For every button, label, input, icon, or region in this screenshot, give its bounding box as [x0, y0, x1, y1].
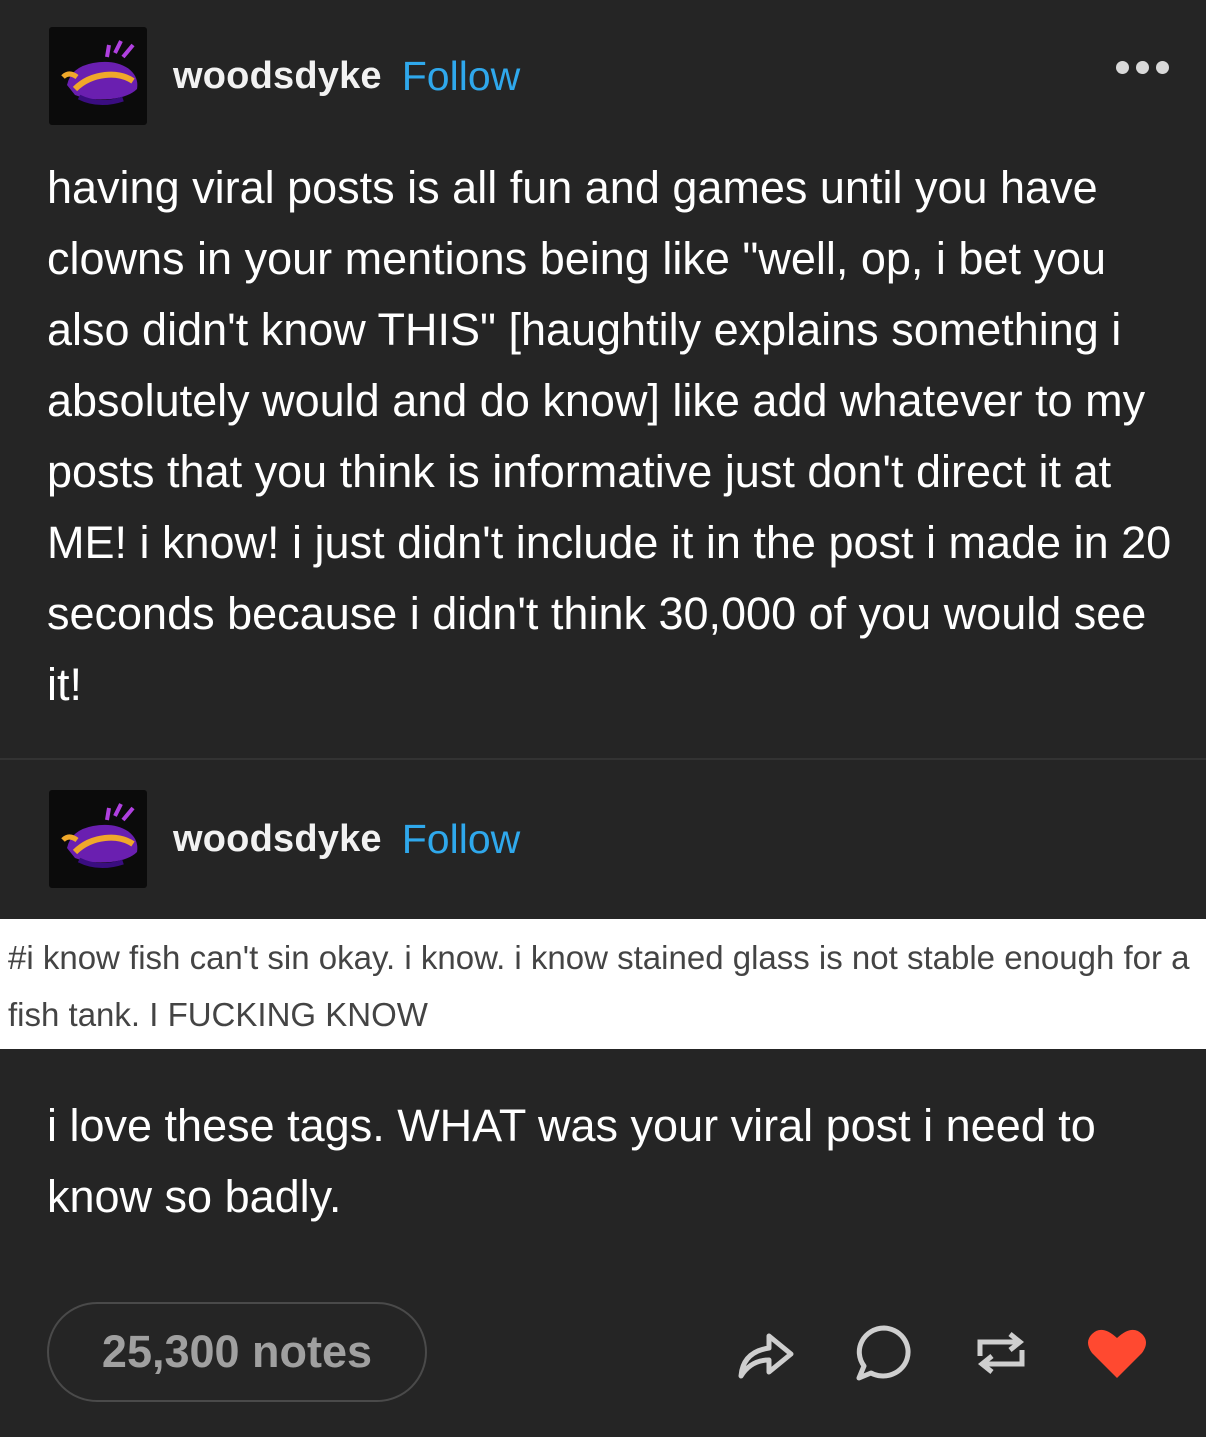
divider	[0, 758, 1206, 760]
follow-button[interactable]: Follow	[402, 816, 520, 863]
avatar[interactable]	[49, 27, 147, 125]
reply-icon[interactable]	[851, 1320, 917, 1386]
share-icon[interactable]	[733, 1320, 799, 1386]
reblog-icon[interactable]	[968, 1320, 1034, 1386]
nudibranch-avatar-icon	[61, 803, 138, 868]
tags-text: #i know fish can't sin okay. i know. i k…	[8, 939, 1190, 1033]
notes-button[interactable]: 25,300 notes	[47, 1302, 427, 1402]
post-header: woodsdyke Follow	[49, 27, 1169, 125]
post-body: having viral posts is all fun and games …	[47, 162, 1172, 710]
username[interactable]: woodsdyke	[173, 55, 382, 98]
username[interactable]: woodsdyke	[173, 818, 382, 861]
follow-button[interactable]: Follow	[402, 53, 520, 100]
reblog-header: woodsdyke Follow	[49, 790, 1169, 888]
nudibranch-avatar-icon	[61, 40, 138, 105]
like-icon[interactable]	[1084, 1320, 1150, 1386]
reply-body: i love these tags. WHAT was your viral p…	[47, 1100, 1096, 1222]
avatar[interactable]	[49, 790, 147, 888]
more-options-icon[interactable]	[1116, 61, 1169, 74]
